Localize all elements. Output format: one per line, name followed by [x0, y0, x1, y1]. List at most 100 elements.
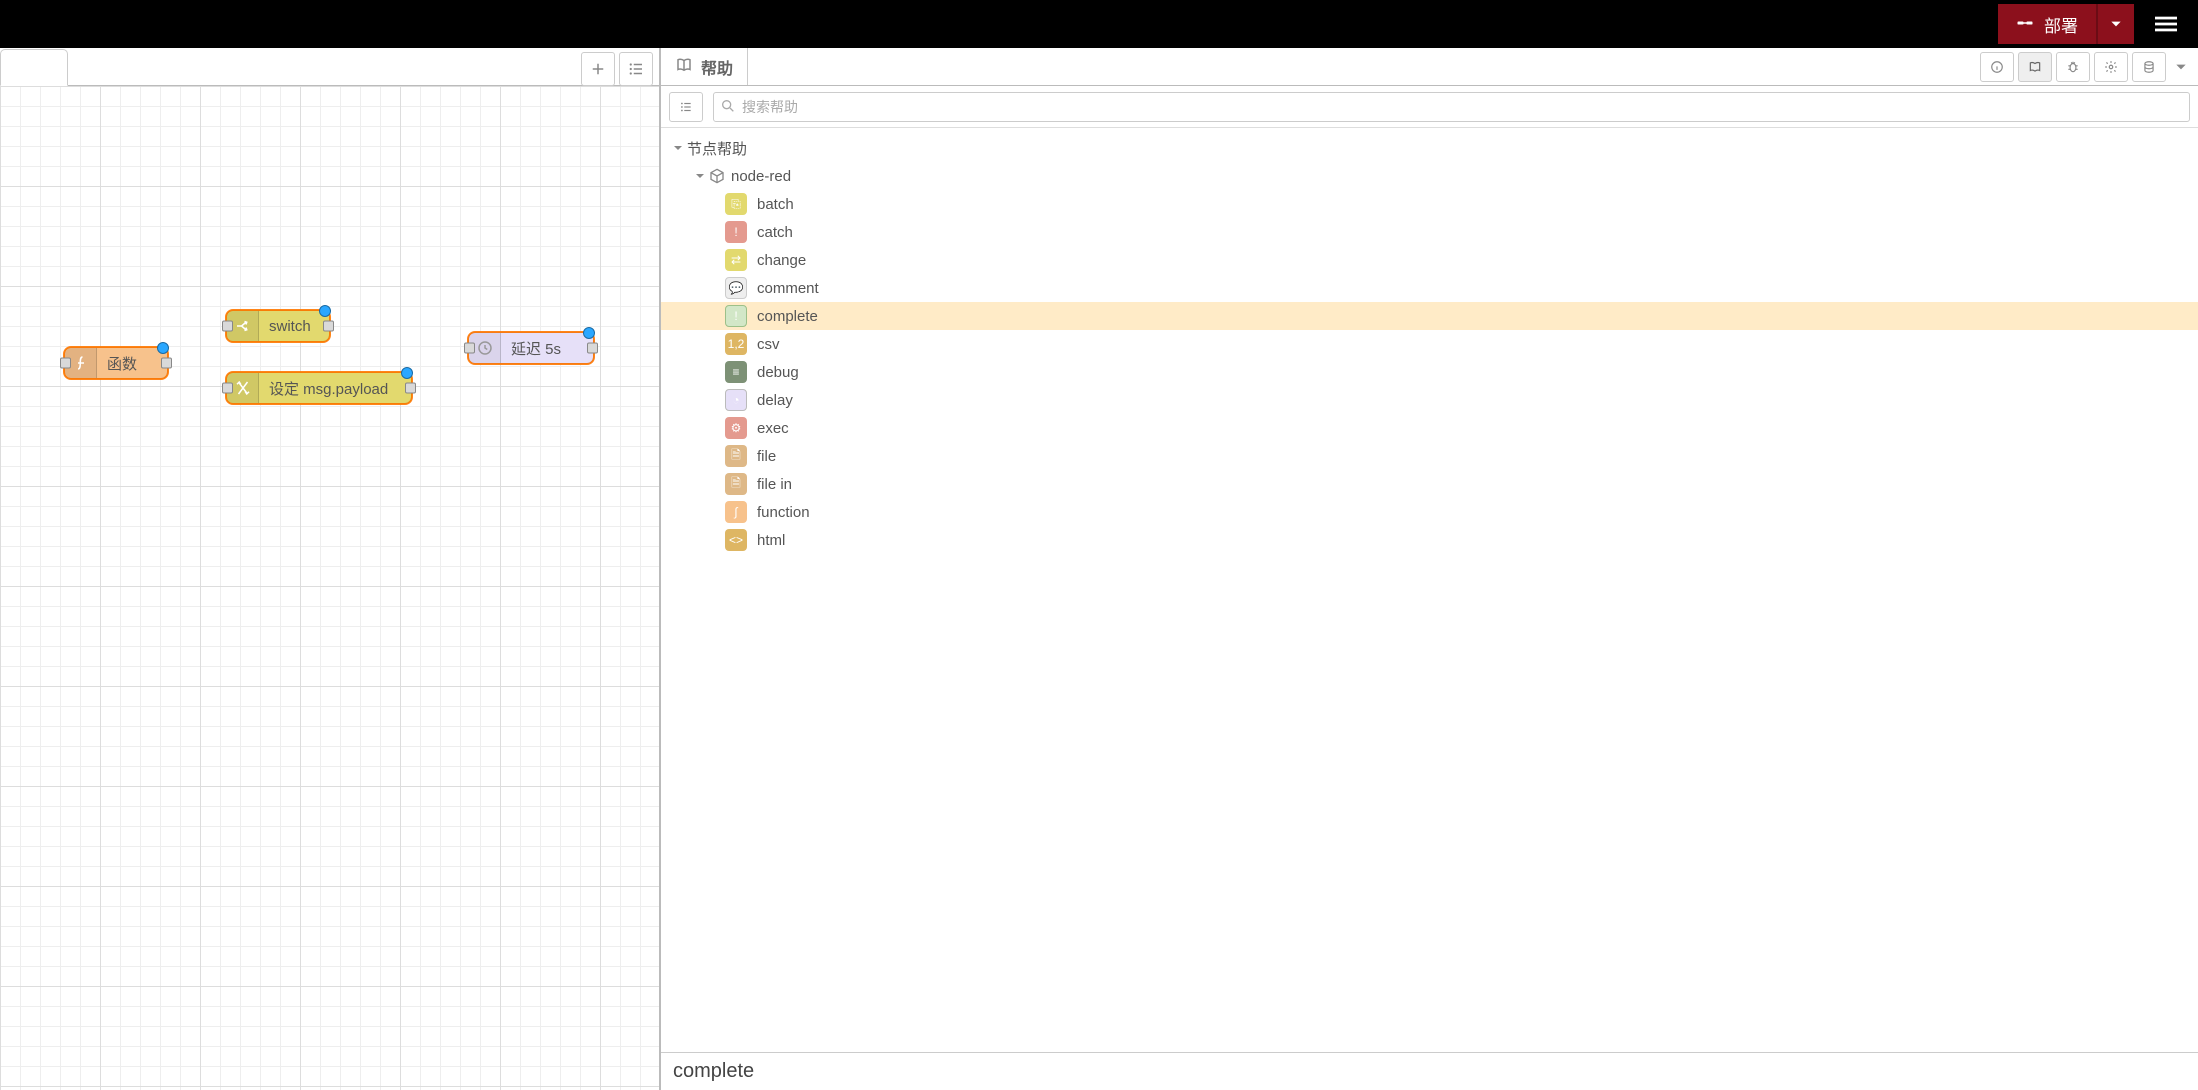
- chevron-down-icon: [691, 170, 709, 182]
- node-switch-label: switch: [259, 318, 325, 335]
- port-in[interactable]: [222, 383, 233, 394]
- deploy-label: 部署: [2044, 12, 2078, 37]
- catch-icon: !: [725, 221, 747, 243]
- book-icon: [675, 56, 693, 77]
- comment-icon: 💬: [725, 277, 747, 299]
- node-function-label: 函数: [97, 353, 151, 374]
- list-flows-button[interactable]: [619, 52, 653, 86]
- help-item-label: exec: [757, 420, 789, 437]
- port-in[interactable]: [60, 358, 71, 369]
- help-toc-button[interactable]: [669, 92, 703, 122]
- change-icon: ⇄: [725, 249, 747, 271]
- deploy-menu-caret[interactable]: [2098, 4, 2134, 44]
- help-search-input[interactable]: [713, 92, 2190, 122]
- context-pane-button[interactable]: [2132, 52, 2166, 82]
- node-switch[interactable]: switch: [226, 310, 330, 342]
- sidebar-header: 帮助: [661, 48, 2198, 86]
- info-pane-button[interactable]: [1980, 52, 2014, 82]
- help-item-label: file in: [757, 476, 792, 493]
- help-item-label: delay: [757, 392, 793, 409]
- help-item-label: complete: [757, 308, 818, 325]
- deploy-button-group: 部署: [1998, 4, 2134, 44]
- node-delay[interactable]: 延迟 5s: [468, 332, 594, 364]
- deploy-icon: [2016, 14, 2034, 35]
- help-item-label: function: [757, 504, 810, 521]
- node-function[interactable]: 函数: [64, 347, 168, 379]
- port-out[interactable]: [161, 358, 172, 369]
- help-item-batch[interactable]: ⎘batch: [661, 190, 2198, 218]
- help-item-function[interactable]: ∫ function: [661, 498, 2198, 526]
- port-out[interactable]: [323, 321, 334, 332]
- exec-icon: ⚙: [725, 417, 747, 439]
- sidebar-view-buttons: [1980, 48, 2198, 85]
- debug-pane-button[interactable]: [2056, 52, 2090, 82]
- chevron-down-icon: [669, 142, 687, 154]
- help-item-label: file: [757, 448, 776, 465]
- help-item-comment[interactable]: 💬 comment: [661, 274, 2198, 302]
- help-item-label: catch: [757, 224, 793, 241]
- help-item-label: debug: [757, 364, 799, 381]
- help-tab[interactable]: 帮助: [661, 48, 748, 85]
- help-item-label: comment: [757, 280, 819, 297]
- node-change[interactable]: 设定 msg.payload: [226, 372, 412, 404]
- sidebar-more-button[interactable]: [2170, 52, 2192, 82]
- changed-marker: [583, 327, 595, 339]
- help-item-label: change: [757, 252, 806, 269]
- function-icon: ∫: [725, 501, 747, 523]
- delay-icon: ◔: [725, 389, 747, 411]
- help-item-file-in[interactable]: 🗎 file in: [661, 470, 2198, 498]
- deploy-button[interactable]: 部署: [1998, 4, 2098, 44]
- help-item-complete[interactable]: ! complete: [661, 302, 2198, 330]
- help-toolbar: [661, 86, 2198, 128]
- help-item-label: batch: [757, 196, 794, 213]
- help-item-catch[interactable]: ! catch: [661, 218, 2198, 246]
- help-detail-title-text: complete: [673, 1060, 754, 1083]
- changed-marker: [401, 367, 413, 379]
- changed-marker: [157, 342, 169, 354]
- debug-icon: ≡: [725, 361, 747, 383]
- changed-marker: [319, 305, 331, 317]
- help-item-delay[interactable]: ◔ delay: [661, 386, 2198, 414]
- add-flow-button[interactable]: [581, 52, 615, 86]
- help-pane-button[interactable]: [2018, 52, 2052, 82]
- help-item-file[interactable]: 🗎 file: [661, 442, 2198, 470]
- tree-module-label: node-red: [731, 168, 791, 185]
- html-icon: <>: [725, 529, 747, 551]
- help-item-exec[interactable]: ⚙ exec: [661, 414, 2198, 442]
- help-detail-title: complete: [661, 1052, 2198, 1090]
- help-sidebar: 帮助: [660, 48, 2198, 1090]
- help-tab-label: 帮助: [701, 55, 733, 79]
- port-out[interactable]: [587, 343, 598, 354]
- workspace: 函数 switch 设定 msg.payload: [0, 48, 2198, 1090]
- canvas-grid: [0, 86, 659, 1090]
- tree-section-label: 节点帮助: [687, 138, 747, 159]
- flow-tabs: [0, 48, 659, 86]
- help-item-change[interactable]: ⇄ change: [661, 246, 2198, 274]
- node-change-label: 设定 msg.payload: [259, 378, 402, 399]
- config-pane-button[interactable]: [2094, 52, 2128, 82]
- file-in-icon: 🗎: [725, 473, 747, 495]
- port-in[interactable]: [222, 321, 233, 332]
- port-in[interactable]: [464, 343, 475, 354]
- port-out[interactable]: [405, 383, 416, 394]
- app-header: 部署: [0, 0, 2198, 48]
- tree-section-node-help[interactable]: 节点帮助: [661, 134, 2198, 162]
- main-menu-button[interactable]: [2142, 0, 2190, 48]
- help-item-html[interactable]: <> html: [661, 526, 2198, 554]
- csv-icon: 1,2: [725, 333, 747, 355]
- tree-module-node-red[interactable]: node-red: [661, 162, 2198, 190]
- flow-canvas[interactable]: 函数 switch 设定 msg.payload: [0, 86, 659, 1090]
- help-search: [713, 92, 2190, 122]
- cube-icon: [709, 168, 725, 184]
- node-delay-label: 延迟 5s: [501, 338, 575, 359]
- help-tree: 节点帮助 node-red ⎘batch! catch ⇄ change 💬 commen…: [661, 128, 2198, 1052]
- flow-tab[interactable]: [0, 49, 68, 86]
- help-item-csv[interactable]: 1,2 csv: [661, 330, 2198, 358]
- file-icon: 🗎: [725, 445, 747, 467]
- help-item-debug[interactable]: ≡ debug: [661, 358, 2198, 386]
- help-item-label: csv: [757, 336, 780, 353]
- help-item-label: html: [757, 532, 785, 549]
- complete-icon: !: [725, 305, 747, 327]
- editor-toolbar: [581, 52, 653, 86]
- search-icon: [720, 98, 736, 117]
